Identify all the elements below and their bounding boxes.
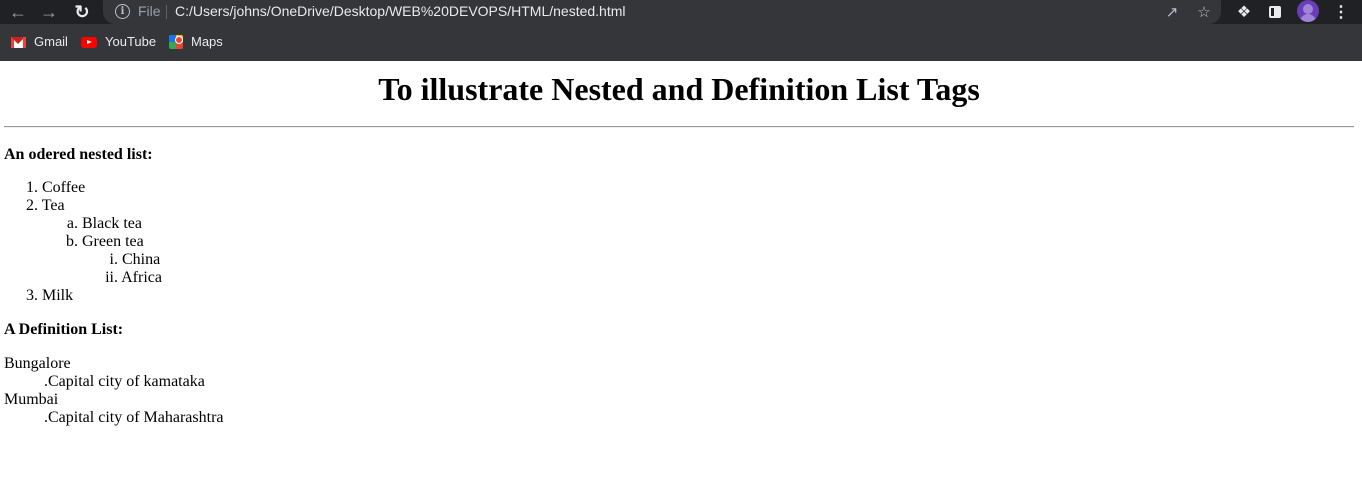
- back-arrow-icon[interactable]: ←: [6, 0, 30, 24]
- list-item: ii. Africa: [4, 269, 162, 287]
- page-content: To illustrate Nested and Definition List…: [0, 61, 1362, 481]
- reload-icon[interactable]: ↻: [70, 0, 94, 24]
- list-item-text: Black tea: [82, 215, 142, 232]
- list-item: a. Black tea: [4, 215, 142, 233]
- profile-avatar[interactable]: [1297, 0, 1319, 22]
- horizontal-rule: [4, 126, 1354, 128]
- extensions-puzzle-icon[interactable]: ❖: [1232, 0, 1256, 24]
- address-divider: [166, 5, 167, 19]
- bookmark-label: Maps: [191, 34, 223, 49]
- list-item: 2. Tea: [4, 197, 65, 215]
- list-marker: 1.: [26, 179, 38, 196]
- youtube-icon: [81, 36, 97, 48]
- bookmark-star-icon[interactable]: ☆: [1193, 1, 1215, 23]
- share-icon[interactable]: ↗: [1161, 1, 1183, 23]
- list-item-text: Green tea: [82, 233, 144, 250]
- site-info-icon[interactable]: i: [115, 4, 130, 19]
- list-marker: ii.: [105, 269, 118, 286]
- address-bar[interactable]: i File C:/Users/johns/OneDrive/Desktop/W…: [103, 0, 1221, 24]
- definition-term: Mumbai: [4, 391, 59, 408]
- browser-toolbar: ← → ↻ i File C:/Users/johns/OneDrive/Des…: [0, 0, 1362, 24]
- bookmark-label: Gmail: [34, 34, 68, 49]
- list-marker: i.: [109, 251, 118, 268]
- side-panel-icon: [1269, 6, 1281, 18]
- side-panel-button[interactable]: [1263, 0, 1287, 24]
- bookmarks-bar: Gmail YouTube Maps: [0, 24, 1362, 61]
- list-item-text: Coffee: [42, 179, 86, 196]
- list-marker: 2.: [26, 197, 38, 214]
- url-text[interactable]: C:/Users/johns/OneDrive/Desktop/WEB%20DE…: [175, 3, 626, 19]
- list-item: b. Green tea: [4, 233, 144, 251]
- list-marker: b.: [66, 233, 78, 250]
- bookmark-youtube[interactable]: YouTube: [81, 34, 156, 50]
- menu-kebab-icon[interactable]: ⋮: [1329, 0, 1353, 24]
- list-item: i. China: [4, 251, 161, 269]
- maps-icon: [169, 35, 183, 49]
- list-marker: a.: [66, 215, 78, 232]
- definition-description: .Capital city of kamataka: [44, 373, 205, 390]
- bookmark-label: YouTube: [105, 34, 157, 49]
- list-item-text: Milk: [42, 287, 74, 304]
- list-marker: 3.: [26, 287, 38, 304]
- page-title: To illustrate Nested and Definition List…: [378, 71, 980, 107]
- list-item-text: China: [122, 251, 161, 268]
- list-item-text: Tea: [41, 197, 65, 214]
- definition-list-heading: A Definition List:: [4, 321, 124, 338]
- bookmark-gmail[interactable]: Gmail: [11, 34, 68, 50]
- list-item-text: Africa: [121, 269, 162, 286]
- file-scheme-label: File: [138, 3, 161, 19]
- ordered-list-heading: An odered nested list:: [4, 146, 153, 163]
- definition-term: Bungalore: [4, 355, 71, 372]
- list-item: 3. Milk: [4, 287, 73, 305]
- list-item: 1. Coffee: [4, 179, 85, 197]
- gmail-icon: [11, 36, 26, 48]
- bookmark-maps[interactable]: Maps: [169, 34, 223, 50]
- definition-description: .Capital city of Maharashtra: [44, 409, 224, 426]
- forward-arrow-icon[interactable]: →: [37, 0, 61, 24]
